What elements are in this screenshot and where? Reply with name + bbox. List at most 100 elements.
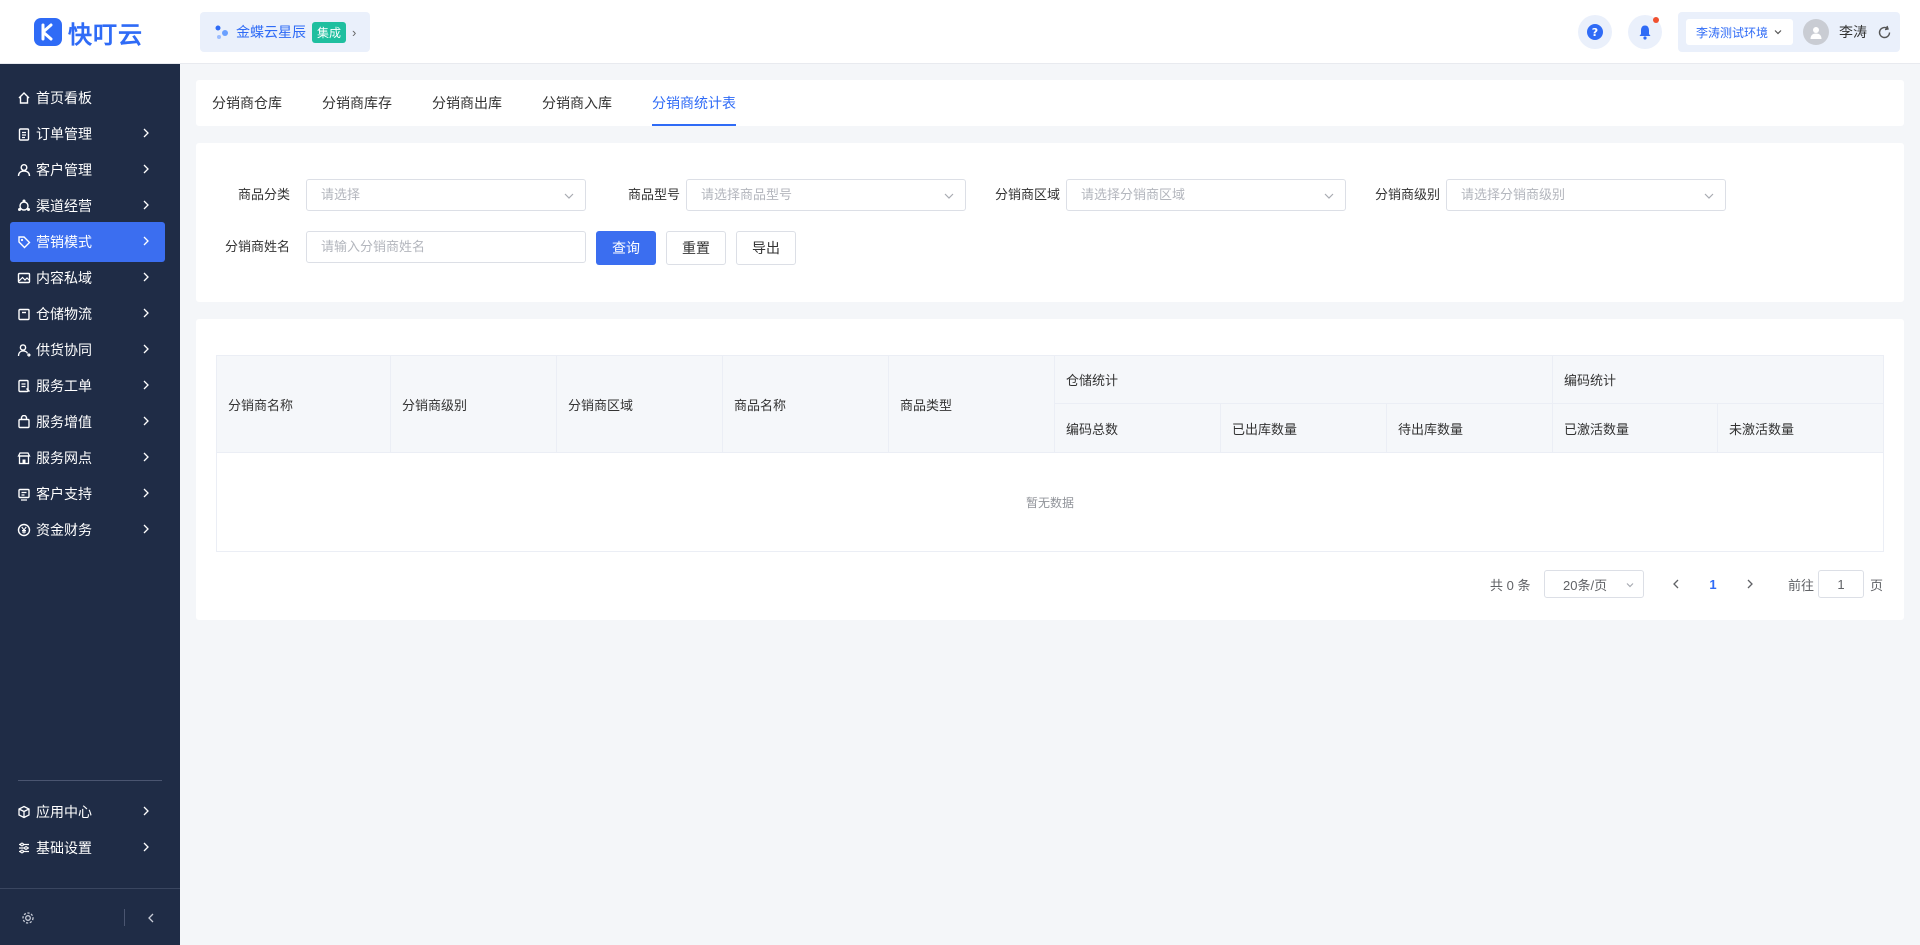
chevron-left-icon — [1673, 579, 1679, 589]
tab-distributor-warehouse[interactable]: 分销商仓库 — [212, 80, 282, 126]
reset-button[interactable]: 重置 — [666, 231, 726, 265]
sidebar-footer — [0, 888, 180, 945]
logo[interactable]: 快叮云 — [0, 0, 180, 64]
sidebar-item-label: 服务工单 — [36, 378, 92, 394]
logo-icon — [34, 18, 62, 46]
sidebar-item-settings[interactable]: 基础设置 — [10, 828, 165, 868]
sidebar-item-label: 渠道经营 — [36, 198, 92, 214]
sidebar-item-content[interactable]: 内容私域 — [10, 258, 165, 298]
goto-prefix: 前往 — [1788, 577, 1815, 593]
chevron-right-icon — [143, 164, 149, 174]
sidebar-item-channels[interactable]: 渠道经营 — [10, 186, 165, 226]
svg-text:?: ? — [1592, 26, 1598, 39]
chevron-right-icon — [143, 272, 149, 282]
region-select[interactable]: 请选择分销商区域 — [1066, 179, 1346, 211]
user-panel: 李涛测试环境 李涛 — [1677, 12, 1900, 52]
collapse-sidebar-icon[interactable] — [144, 911, 158, 925]
refresh-icon[interactable] — [1877, 25, 1892, 40]
category-placeholder: 请选择 — [321, 187, 361, 202]
sidebar-item-label: 基础设置 — [36, 840, 92, 856]
chevron-right-icon — [143, 380, 149, 390]
sidebar-item-work-orders[interactable]: 服务工单 — [10, 366, 165, 406]
footer-divider — [124, 909, 125, 926]
tab-distributor-outbound[interactable]: 分销商出库 — [432, 80, 502, 126]
help-icon: ? — [1586, 24, 1603, 40]
tab-distributor-inbound[interactable]: 分销商入库 — [542, 80, 612, 126]
sidebar-item-app-center[interactable]: 应用中心 — [10, 792, 165, 832]
next-page-button[interactable] — [1740, 570, 1760, 598]
model-label: 商品型号 — [627, 187, 680, 202]
chevron-right-icon — [143, 524, 149, 534]
notification-button[interactable] — [1627, 15, 1662, 49]
logo-text: 快叮云 — [68, 21, 143, 49]
column-header: 分销商区域 — [557, 356, 723, 453]
gear-icon[interactable] — [21, 911, 35, 925]
user-share-icon — [17, 343, 31, 357]
image-icon — [17, 271, 31, 285]
ticket-icon — [17, 379, 31, 393]
environment-label: 李涛测试环境 — [1695, 25, 1768, 40]
help-button[interactable]: ? — [1577, 15, 1612, 49]
export-button[interactable]: 导出 — [736, 231, 796, 265]
column-group-header: 编码统计 — [1553, 356, 1883, 404]
notification-dot — [1652, 17, 1659, 23]
avatar[interactable] — [1803, 19, 1829, 45]
chevron-right-icon — [143, 416, 149, 426]
sidebar-item-label: 客户支持 — [36, 486, 92, 502]
sidebar-item-dashboard[interactable]: 首页看板 — [10, 78, 165, 118]
chevron-right-icon: › — [352, 24, 357, 40]
chevron-down-icon — [1774, 30, 1782, 35]
column-header: 待出库数量 — [1387, 404, 1553, 453]
user-icon — [17, 163, 31, 177]
chevron-right-icon — [143, 128, 149, 138]
org-switcher[interactable]: 金蝶云星辰 集成 › — [200, 12, 371, 52]
prev-page-button[interactable] — [1666, 570, 1686, 598]
model-select[interactable]: 请选择商品型号 — [686, 179, 966, 211]
column-header: 分销商名称 — [217, 356, 391, 453]
level-select[interactable]: 请选择分销商级别 — [1446, 179, 1726, 211]
sidebar-item-finance[interactable]: 资金财务 — [10, 510, 165, 550]
category-select[interactable]: 请选择 — [306, 179, 586, 211]
goto-suffix: 页 — [1870, 577, 1884, 593]
sidebar-item-support[interactable]: 客户支持 — [10, 474, 165, 514]
name-label: 分销商姓名 — [224, 239, 290, 254]
chevron-right-icon — [143, 452, 149, 462]
sidebar-divider — [18, 780, 162, 781]
chevron-down-icon — [1704, 193, 1714, 199]
model-placeholder: 请选择商品型号 — [701, 187, 793, 202]
tab-distributor-statistics[interactable]: 分销商统计表 — [652, 80, 736, 126]
name-placeholder: 请输入分销商姓名 — [321, 239, 426, 254]
sidebar-item-outlets[interactable]: 服务网点 — [10, 438, 165, 478]
tab-bar: 分销商仓库 分销商库存 分销商出库 分销商入库 分销商统计表 — [196, 80, 1904, 126]
sidebar-item-label: 服务网点 — [36, 450, 92, 466]
chevron-right-icon — [143, 488, 149, 498]
sidebar-item-label: 仓储物流 — [36, 306, 92, 322]
sidebar-item-label: 首页看板 — [36, 90, 92, 106]
column-header: 未激活数量 — [1718, 404, 1883, 453]
sidebar-item-value-added[interactable]: 服务增值 — [10, 402, 165, 442]
column-header: 编码总数 — [1055, 404, 1221, 453]
sidebar-item-orders[interactable]: 订单管理 — [10, 114, 165, 154]
sidebar-item-warehouse[interactable]: 仓储物流 — [10, 294, 165, 334]
chevron-down-icon — [564, 193, 574, 199]
column-header: 商品类型 — [889, 356, 1055, 453]
name-input[interactable]: 请输入分销商姓名 — [306, 231, 586, 263]
sidebar-item-supply[interactable]: 供货协同 — [10, 330, 165, 370]
sidebar-item-customers[interactable]: 客户管理 — [10, 150, 165, 190]
page-number-current[interactable]: 1 — [1698, 570, 1728, 598]
environment-select[interactable]: 李涛测试环境 — [1685, 19, 1793, 45]
tab-distributor-inventory[interactable]: 分销商库存 — [322, 80, 392, 126]
level-placeholder: 请选择分销商级别 — [1461, 187, 1566, 202]
sidebar: 首页看板 订单管理 客户管理 渠道经营 营销模式 内容私域 仓储物流 供货协同 … — [0, 64, 180, 945]
sidebar-item-marketing[interactable]: 营销模式 — [10, 222, 165, 262]
query-button[interactable]: 查询 — [596, 231, 656, 265]
chevron-down-icon — [944, 193, 954, 199]
cube-icon — [17, 805, 31, 819]
org-logo-icon — [215, 25, 228, 39]
level-label: 分销商级别 — [1374, 187, 1440, 202]
goto-page-input[interactable]: 1 — [1818, 570, 1864, 598]
empty-state-text: 暂无数据 — [1025, 496, 1074, 510]
page-size-select[interactable]: 20条/页 — [1544, 570, 1644, 598]
sidebar-item-label: 服务增值 — [36, 414, 92, 430]
settings-icon — [17, 841, 31, 855]
